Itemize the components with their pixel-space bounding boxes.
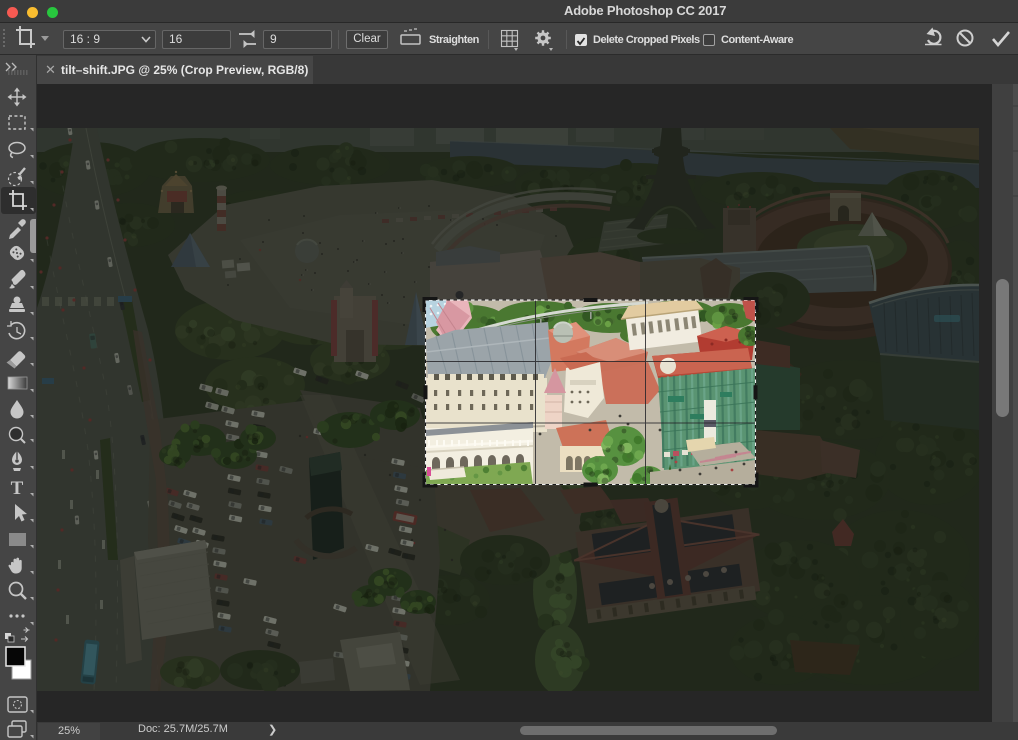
svg-text:T: T (11, 478, 24, 499)
